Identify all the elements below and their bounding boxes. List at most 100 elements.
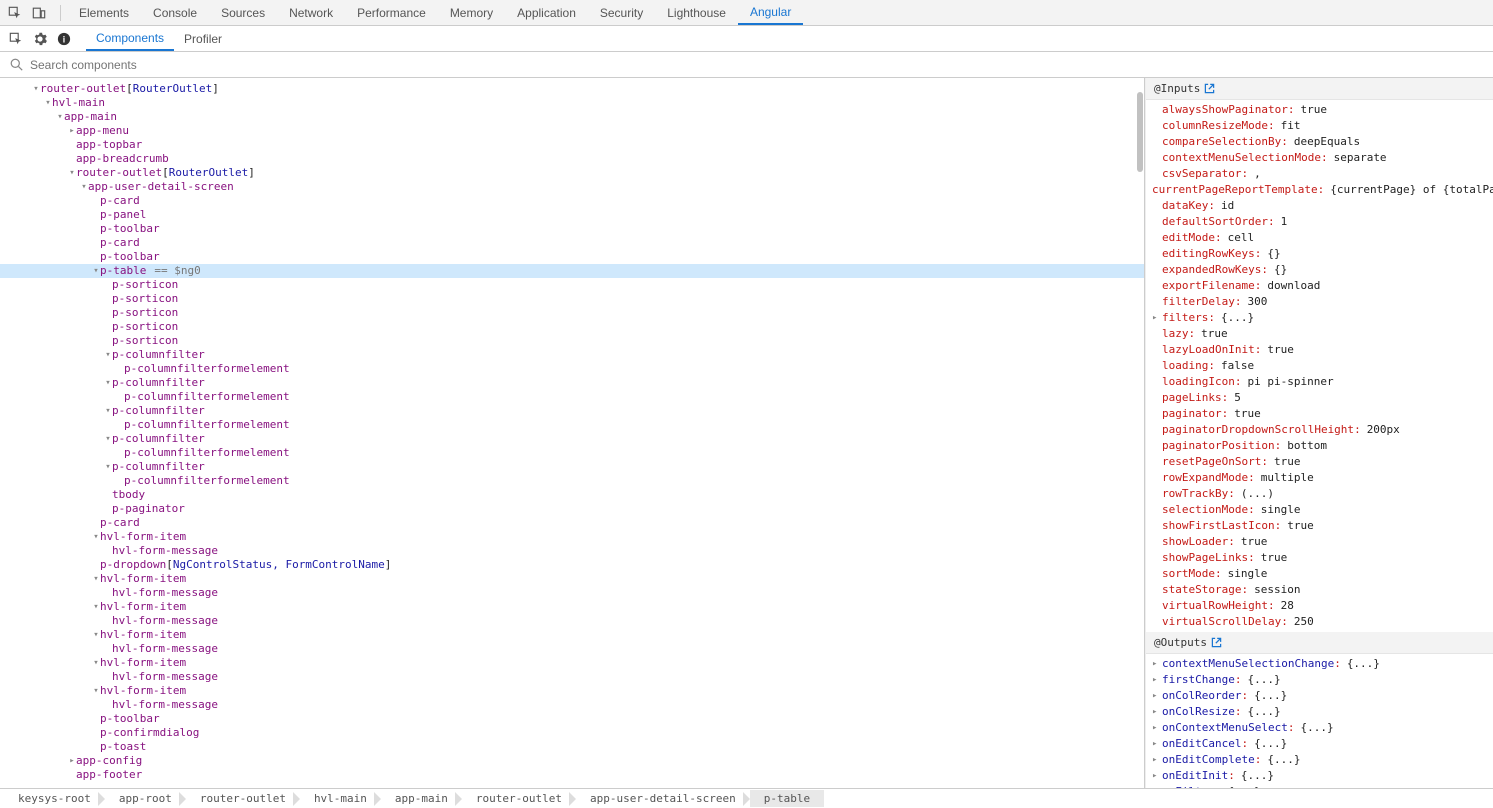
crumb-router-outlet[interactable]: router-outlet	[186, 790, 300, 807]
tree-node-app-main[interactable]: ▾app-main	[0, 110, 1144, 124]
tree-node-p-columnfilter[interactable]: ▾p-columnfilter	[0, 404, 1144, 418]
property-onContextMenuSelect[interactable]: ▸onContextMenuSelect: {...}	[1146, 720, 1493, 736]
caret-icon[interactable]: ▸	[68, 754, 76, 768]
tab-console[interactable]: Console	[141, 0, 209, 25]
caret-icon[interactable]: ▾	[104, 376, 112, 390]
tree-node-p-columnfilterformelement[interactable]: p-columnfilterformelement	[0, 390, 1144, 404]
caret-icon[interactable]: ▾	[44, 96, 52, 110]
tree-node-p-paginator[interactable]: p-paginator	[0, 502, 1144, 516]
property-selectionMode[interactable]: selectionMode: single	[1146, 502, 1493, 518]
caret-icon[interactable]: ▾	[92, 600, 100, 614]
property-dataKey[interactable]: dataKey: id	[1146, 198, 1493, 214]
property-showFirstLastIcon[interactable]: showFirstLastIcon: true	[1146, 518, 1493, 534]
device-toolbar-icon[interactable]	[30, 4, 48, 22]
component-tree-pane[interactable]: ▾router-outlet[RouterOutlet]▾hvl-main▾ap…	[0, 78, 1145, 788]
tree-node-app-config[interactable]: ▸app-config	[0, 754, 1144, 768]
property-pageLinks[interactable]: pageLinks: 5	[1146, 390, 1493, 406]
property-defaultSortOrder[interactable]: defaultSortOrder: 1	[1146, 214, 1493, 230]
tree-node-p-sorticon[interactable]: p-sorticon	[0, 334, 1144, 348]
tree-node-hvl-form-item[interactable]: ▾hvl-form-item	[0, 572, 1144, 586]
tree-node-app-menu[interactable]: ▸app-menu	[0, 124, 1144, 138]
property-expandedRowKeys[interactable]: expandedRowKeys: {}	[1146, 262, 1493, 278]
property-exportFilename[interactable]: exportFilename: download	[1146, 278, 1493, 294]
property-sortMode[interactable]: sortMode: single	[1146, 566, 1493, 582]
crumb-keysys-root[interactable]: keysys-root	[4, 790, 105, 807]
tree-node-tbody[interactable]: tbody	[0, 488, 1144, 502]
info-icon[interactable]: i	[54, 29, 74, 49]
tree-node-hvl-form-message[interactable]: hvl-form-message	[0, 642, 1144, 656]
tree-node-p-card[interactable]: p-card	[0, 194, 1144, 208]
tree-node-p-toolbar[interactable]: p-toolbar	[0, 250, 1144, 264]
property-onEditInit[interactable]: ▸onEditInit: {...}	[1146, 768, 1493, 784]
tree-node-hvl-form-message[interactable]: hvl-form-message	[0, 614, 1144, 628]
tree-node-p-columnfilter[interactable]: ▾p-columnfilter	[0, 348, 1144, 362]
caret-icon[interactable]: ▾	[56, 110, 64, 124]
tab-application[interactable]: Application	[505, 0, 588, 25]
property-resetPageOnSort[interactable]: resetPageOnSort: true	[1146, 454, 1493, 470]
tree-node-p-toast[interactable]: p-toast	[0, 740, 1144, 754]
inspect-component-icon[interactable]	[6, 29, 26, 49]
open-external-icon[interactable]	[1211, 637, 1222, 648]
tab-network[interactable]: Network	[277, 0, 345, 25]
tab-angular[interactable]: Angular	[738, 0, 803, 25]
crumb-app-root[interactable]: app-root	[105, 790, 186, 807]
caret-icon[interactable]: ▾	[104, 460, 112, 474]
tree-node-hvl-form-message[interactable]: hvl-form-message	[0, 586, 1144, 600]
caret-icon[interactable]: ▾	[92, 530, 100, 544]
tree-node-p-card[interactable]: p-card	[0, 516, 1144, 530]
property-currentPageReportTemplate[interactable]: currentPageReportTemplate: {currentPage}…	[1146, 182, 1493, 198]
tree-node-hvl-form-item[interactable]: ▾hvl-form-item	[0, 684, 1144, 698]
tree-node-p-columnfilter[interactable]: ▾p-columnfilter	[0, 460, 1144, 474]
property-contextMenuSelectionMode[interactable]: contextMenuSelectionMode: separate	[1146, 150, 1493, 166]
tree-node-p-columnfilterformelement[interactable]: p-columnfilterformelement	[0, 418, 1144, 432]
property-paginator[interactable]: paginator: true	[1146, 406, 1493, 422]
property-onColResize[interactable]: ▸onColResize: {...}	[1146, 704, 1493, 720]
tree-node-hvl-form-item[interactable]: ▾hvl-form-item	[0, 530, 1144, 544]
property-columnResizeMode[interactable]: columnResizeMode: fit	[1146, 118, 1493, 134]
property-paginatorPosition[interactable]: paginatorPosition: bottom	[1146, 438, 1493, 454]
property-onEditComplete[interactable]: ▸onEditComplete: {...}	[1146, 752, 1493, 768]
caret-icon[interactable]: ▾	[92, 572, 100, 586]
tree-node-router-outlet[interactable]: ▾router-outlet[RouterOutlet]	[0, 82, 1144, 96]
property-compareSelectionBy[interactable]: compareSelectionBy: deepEquals	[1146, 134, 1493, 150]
caret-icon[interactable]: ▾	[80, 180, 88, 194]
search-input[interactable]	[26, 54, 1487, 76]
tree-node-p-sorticon[interactable]: p-sorticon	[0, 292, 1144, 306]
property-filters[interactable]: ▸filters : {...}	[1146, 310, 1493, 326]
crumb-p-table[interactable]: p-table	[750, 790, 824, 807]
property-filterDelay[interactable]: filterDelay: 300	[1146, 294, 1493, 310]
crumb-hvl-main[interactable]: hvl-main	[300, 790, 381, 807]
property-lazyLoadOnInit[interactable]: lazyLoadOnInit: true	[1146, 342, 1493, 358]
tab-memory[interactable]: Memory	[438, 0, 505, 25]
subtab-components[interactable]: Components	[86, 26, 174, 51]
tree-node-router-outlet[interactable]: ▾router-outlet[RouterOutlet]	[0, 166, 1144, 180]
tree-node-hvl-form-item[interactable]: ▾hvl-form-item	[0, 600, 1144, 614]
tree-node-p-columnfilter[interactable]: ▾p-columnfilter	[0, 432, 1144, 446]
outputs-header[interactable]: @Outputs	[1146, 632, 1493, 654]
caret-icon[interactable]: ▾	[92, 264, 100, 278]
tree-node-p-toolbar[interactable]: p-toolbar	[0, 712, 1144, 726]
inspect-icon[interactable]	[6, 4, 24, 22]
tree-node-p-columnfilterformelement[interactable]: p-columnfilterformelement	[0, 362, 1144, 376]
tree-node-app-footer[interactable]: app-footer	[0, 768, 1144, 782]
tree-node-p-sorticon[interactable]: p-sorticon	[0, 320, 1144, 334]
tree-node-p-columnfilterformelement[interactable]: p-columnfilterformelement	[0, 474, 1144, 488]
tree-node-app-user-detail-screen[interactable]: ▾app-user-detail-screen	[0, 180, 1144, 194]
tree-node-app-topbar[interactable]: app-topbar	[0, 138, 1144, 152]
tree-node-hvl-main[interactable]: ▾hvl-main	[0, 96, 1144, 110]
property-contextMenuSelectionChange[interactable]: ▸contextMenuSelectionChange: {...}	[1146, 656, 1493, 672]
caret-icon[interactable]: ▾	[32, 82, 40, 96]
caret-icon[interactable]: ▾	[92, 628, 100, 642]
property-showLoader[interactable]: showLoader: true	[1146, 534, 1493, 550]
caret-icon[interactable]: ▾	[104, 404, 112, 418]
tree-node-p-toolbar[interactable]: p-toolbar	[0, 222, 1144, 236]
tree-node-p-sorticon[interactable]: p-sorticon	[0, 278, 1144, 292]
caret-icon[interactable]: ▾	[92, 656, 100, 670]
tree-node-p-confirmdialog[interactable]: p-confirmdialog	[0, 726, 1144, 740]
tree-node-hvl-form-message[interactable]: hvl-form-message	[0, 670, 1144, 684]
gear-icon[interactable]	[30, 29, 50, 49]
caret-icon[interactable]: ▾	[92, 684, 100, 698]
caret-icon[interactable]: ▾	[68, 166, 76, 180]
property-paginatorDropdownScrollHeight[interactable]: paginatorDropdownScrollHeight: 200px	[1146, 422, 1493, 438]
tree-node-hvl-form-message[interactable]: hvl-form-message	[0, 544, 1144, 558]
